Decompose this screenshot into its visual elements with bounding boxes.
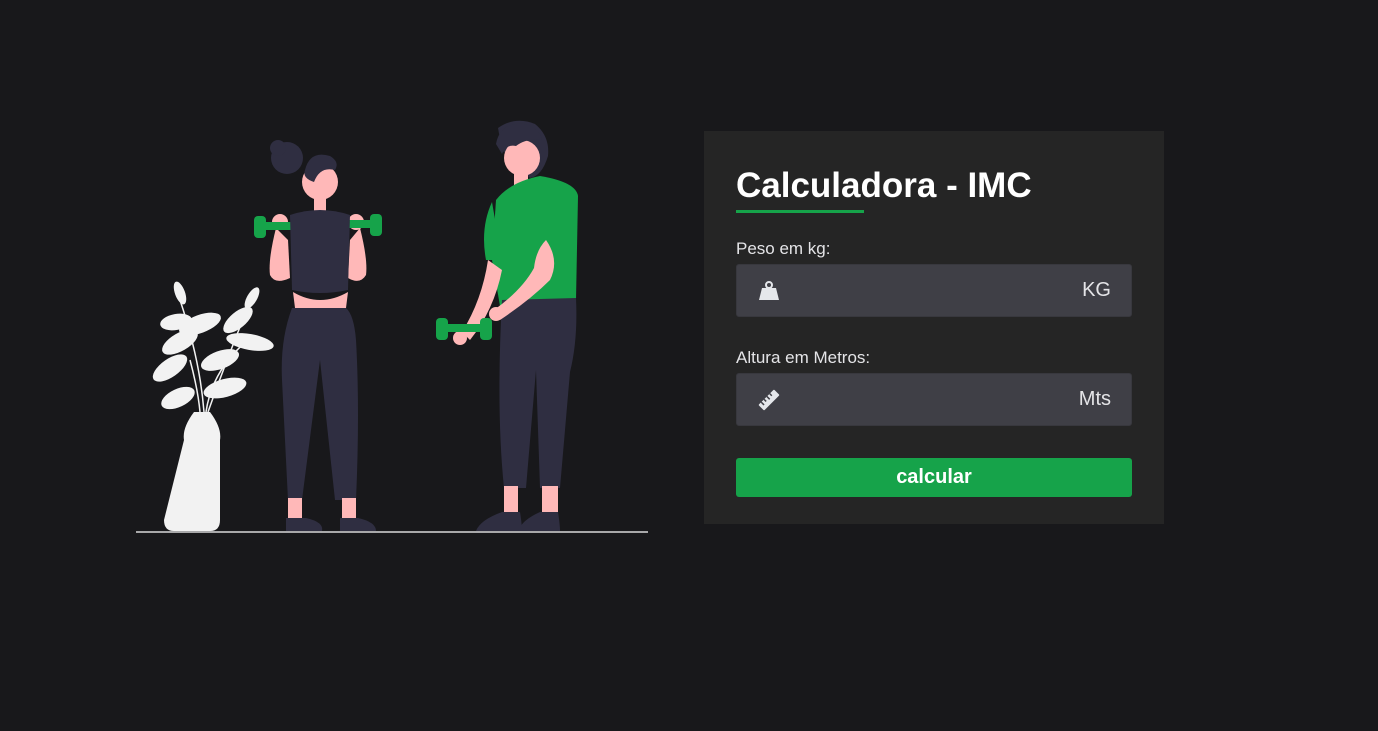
weight-label: Peso em kg: (736, 239, 831, 258)
weight-input[interactable] (793, 279, 1071, 302)
plant-vase (152, 281, 274, 531)
weight-icon (757, 279, 781, 303)
ruler-icon (757, 388, 781, 412)
height-input[interactable] (793, 388, 1067, 411)
man-figure (436, 120, 578, 531)
calculate-button[interactable]: calcular (736, 458, 1132, 497)
imc-calculator-card: Calculadora - IMC Peso em kg: KG Altura … (704, 131, 1164, 524)
height-field[interactable]: Mts (736, 373, 1132, 426)
page-title: Calculadora - IMC (736, 165, 1032, 213)
weight-field[interactable]: KG (736, 264, 1132, 317)
height-unit: Mts (1078, 388, 1111, 410)
title-text: Calculadora - IMC (736, 166, 1032, 205)
fitness-illustration (136, 120, 648, 533)
weight-unit: KG (1082, 279, 1111, 301)
height-label: Altura em Metros: (736, 348, 871, 367)
woman-figure (254, 140, 382, 531)
title-underline (736, 210, 864, 213)
